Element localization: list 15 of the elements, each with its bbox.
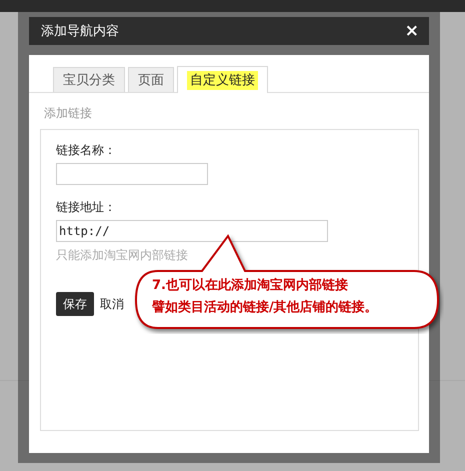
tab[interactable]: 宝贝分类 — [53, 67, 125, 92]
field-label: 链接名称： — [56, 142, 117, 159]
save-button[interactable]: 保存 — [56, 292, 94, 316]
section-title: 添加链接 — [44, 105, 92, 122]
callout-text: 譬如类目活动的链接/其他店铺的链接。 — [152, 298, 378, 316]
input-field[interactable] — [56, 163, 208, 185]
field-label: 链接地址： — [56, 199, 117, 216]
hint-text: 只能添加淘宝网内部链接 — [56, 247, 189, 264]
cancel-link[interactable]: 取消 — [100, 296, 124, 312]
tab[interactable]: 自定义链接 — [177, 66, 268, 93]
input-field[interactable]: http:// — [56, 220, 328, 242]
callout-text: 7.也可以在此添加淘宝网内部链接 — [152, 276, 349, 294]
dialog-title: 添加导航内容 — [41, 23, 119, 40]
tab[interactable]: 页面 — [128, 67, 174, 92]
close-button[interactable]: × — [404, 22, 419, 40]
